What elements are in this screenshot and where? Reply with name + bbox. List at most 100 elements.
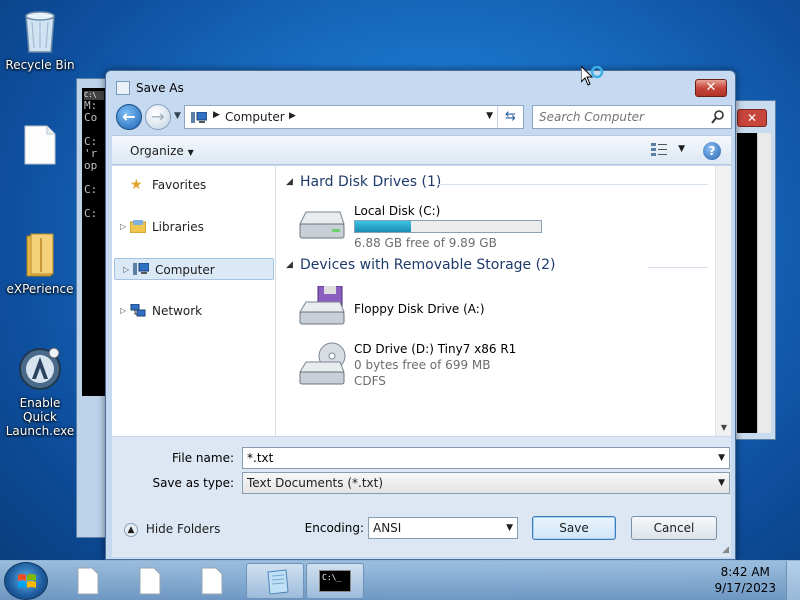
disk-usage-fill (355, 221, 411, 232)
view-options-icon[interactable] (651, 143, 667, 157)
nav-label-computer: Computer (155, 263, 215, 277)
floppy-drive-icon (299, 286, 345, 325)
hide-folders-button[interactable]: ▲ Hide Folders (124, 522, 220, 537)
resize-grip-icon[interactable]: ◢ (722, 545, 729, 555)
back-button[interactable]: ← (116, 104, 142, 130)
console-icon: C:\_ (319, 570, 351, 592)
group-divider (438, 184, 708, 185)
save-as-type-label: Save as type: (152, 476, 234, 490)
taskbar-item-document-2[interactable] (122, 563, 180, 599)
cancel-button[interactable]: Cancel (631, 516, 717, 540)
background-window-right[interactable]: ✕ (734, 100, 776, 440)
taskbar-item-document-1[interactable] (60, 563, 118, 599)
breadcrumb-separator-icon[interactable]: ▶ (213, 110, 220, 120)
nav-label-favorites: Favorites (152, 178, 207, 192)
dialog-title: Save As (136, 81, 184, 95)
console-line: C: (84, 207, 98, 220)
expand-arrow-icon[interactable]: ▷ (120, 300, 126, 322)
view-dropdown-icon[interactable]: ▼ (678, 144, 685, 154)
vertical-scrollbar[interactable]: ▼ (715, 166, 731, 436)
forward-button[interactable]: → (145, 104, 171, 130)
hard-drive-icon (299, 211, 345, 239)
drive-free-space: 6.88 GB free of 9.89 GB (354, 236, 497, 250)
nav-label-libraries: Libraries (152, 220, 204, 234)
show-desktop-button[interactable] (786, 561, 800, 600)
chevron-down-icon: ▼ (187, 148, 194, 157)
main-pane: ◢ Hard Disk Drives (1) Local Disk (C:) 6… (278, 166, 715, 436)
drive-local-disk[interactable]: Local Disk (C:) 6.88 GB free of 9.89 GB (296, 204, 716, 254)
forward-arrow-icon: → (151, 107, 165, 126)
taskbar-item-document-3[interactable] (184, 563, 242, 599)
search-input[interactable] (539, 109, 709, 125)
encoding-select[interactable]: ANSI ▼ (368, 517, 518, 539)
document-icon (77, 567, 99, 595)
navigation-pane: ★ Favorites ▷ Libraries ▷ Computer ▷ Net… (112, 166, 276, 436)
expand-arrow-icon[interactable]: ▷ (120, 216, 126, 238)
background-close-button[interactable]: ✕ (737, 109, 767, 127)
desktop-icon-experience[interactable]: eXPerience (2, 232, 78, 296)
busy-cursor-icon (581, 66, 604, 86)
cd-drive-icon (299, 342, 346, 385)
title-bar[interactable]: Save As ✕ (106, 71, 735, 101)
recent-pages-icon[interactable]: ▼ (174, 111, 181, 121)
close-button[interactable]: ✕ (695, 79, 727, 97)
search-box[interactable] (532, 105, 732, 129)
console-output: C:\ M: Co C: 'r op C: C: (82, 88, 106, 396)
refresh-button[interactable]: ⇆ (497, 106, 523, 128)
clock-date: 9/17/2023 (714, 581, 776, 595)
scroll-down-arrow-icon[interactable]: ▼ (716, 420, 732, 436)
drive-floppy[interactable]: Floppy Disk Drive (A:) (296, 286, 716, 336)
organize-button[interactable]: Organize ▼ (130, 144, 194, 158)
drive-free-space: 0 bytes free of 699 MB (354, 358, 491, 372)
save-as-type-value: Text Documents (*.txt) (247, 476, 384, 490)
notepad-icon (267, 569, 289, 595)
clock-time: 8:42 AM (720, 565, 770, 579)
save-as-dialog: Save As ✕ ← → ▼ ▶ Computer ▶ ▼ ⇆ Search … (105, 70, 736, 560)
nav-item-network[interactable]: ▷ Network (112, 300, 272, 322)
filename-dropdown-icon[interactable]: ▼ (718, 448, 725, 468)
help-button[interactable]: ? (703, 142, 721, 160)
breadcrumb-separator-icon[interactable]: ▶ (289, 111, 296, 121)
organize-label: Organize (130, 144, 184, 158)
network-icon (130, 304, 146, 317)
group-collapse-icon[interactable]: ◢ (286, 177, 293, 187)
recycle-bin-icon (25, 11, 55, 53)
quick-launch-icon (19, 347, 61, 390)
drive-name: CD Drive (D:) Tiny7 x86 R1 (354, 342, 517, 356)
computer-icon (133, 263, 149, 275)
nav-item-libraries[interactable]: ▷ Libraries (112, 216, 272, 238)
taskbar-item-console[interactable]: C:\_ (306, 563, 364, 599)
nav-item-computer[interactable]: ▷ Computer (114, 258, 274, 280)
breadcrumb-computer[interactable]: Computer (225, 110, 285, 124)
nav-item-favorites[interactable]: ★ Favorites (112, 174, 272, 196)
address-dropdown-icon[interactable]: ▼ (486, 111, 493, 121)
filename-input[interactable] (247, 451, 681, 465)
document-icon (139, 567, 161, 595)
collapse-icon: ▲ (124, 522, 138, 537)
drive-cd[interactable]: CD Drive (D:) Tiny7 x86 R1 0 bytes free … (296, 342, 716, 392)
group-collapse-icon[interactable]: ◢ (286, 260, 293, 270)
save-as-type-select[interactable]: Text Documents (*.txt) ▼ (242, 472, 730, 494)
filename-label: File name: (172, 451, 234, 465)
blank-document-icon (24, 125, 56, 165)
navigation-bar: ← → ▼ ▶ Computer ▶ ▼ ⇆ (112, 101, 732, 133)
drive-name: Local Disk (C:) (354, 204, 441, 218)
group-header-hard-disk[interactable]: Hard Disk Drives (1) (300, 174, 441, 190)
background-scrollbar[interactable] (757, 133, 771, 433)
group-header-removable[interactable]: Devices with Removable Storage (2) (300, 257, 555, 273)
windows-logo-icon (18, 574, 36, 588)
disk-usage-bar (354, 220, 542, 233)
command-bar: Organize ▼ ▼ ? (112, 135, 731, 165)
chevron-down-icon: ▼ (506, 523, 513, 533)
desktop-icon-enable-quick-launch[interactable]: Enable Quick Launch.exe (2, 346, 78, 438)
address-bar[interactable]: ▶ Computer ▶ ▼ ⇆ (184, 105, 524, 129)
save-button[interactable]: Save (532, 516, 616, 540)
filename-field[interactable]: ▼ (242, 447, 730, 469)
system-clock[interactable]: 8:42 AM 9/17/2023 (714, 564, 776, 596)
expand-arrow-icon[interactable]: ▷ (123, 259, 129, 281)
taskbar-item-notepad[interactable] (246, 563, 304, 599)
desktop-icon-document[interactable] (2, 124, 78, 170)
start-button[interactable] (4, 562, 48, 600)
desktop-icon-recycle-bin[interactable]: Recycle Bin (2, 6, 78, 72)
encoding-label: Encoding: (304, 521, 364, 535)
